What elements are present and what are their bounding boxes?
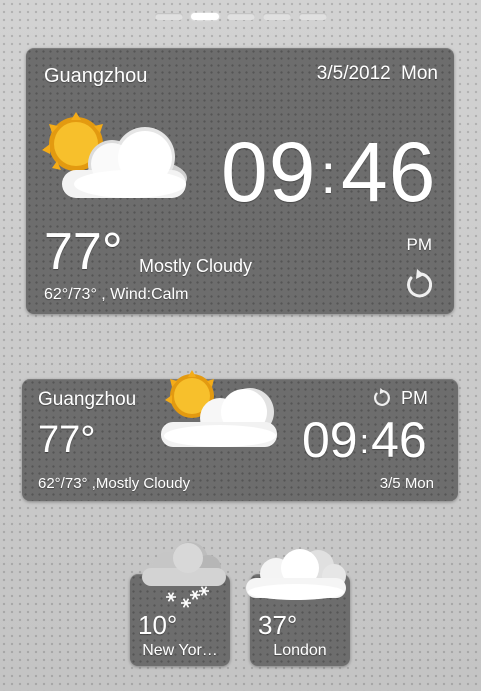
clock-time: 09:46 [221, 130, 436, 214]
refresh-icon[interactable] [402, 269, 434, 301]
refresh-icon[interactable] [371, 388, 391, 408]
temperature-range-condition: 62°/73° ,Mostly Cloudy [38, 475, 191, 492]
weekday-value: Mon [401, 63, 438, 84]
city-name: Guangzhou [44, 65, 148, 87]
cloud-shape [246, 549, 346, 600]
current-temperature: 77° [44, 223, 123, 281]
partly-cloudy-icon [161, 370, 277, 447]
clock-time: 09:46 [302, 415, 427, 465]
temperature-range-wind: 62°/73° , Wind:Calm [44, 286, 189, 303]
clock-colon: : [359, 423, 370, 461]
clock-colon: : [320, 142, 337, 205]
partly-cloudy-icon [42, 112, 187, 198]
current-temperature: 77° [38, 419, 96, 461]
page-indicator [0, 13, 481, 20]
cloudy-icon [246, 549, 346, 600]
page-dot-active[interactable] [190, 13, 219, 20]
weather-clock-widget-large[interactable]: Guangzhou 3/5/2012 Mon 09:46 PM 77° Most… [26, 48, 454, 314]
cloud-shape [142, 542, 226, 586]
ampm-label: PM [401, 388, 428, 408]
date-value: 3/5/2012 [316, 63, 391, 84]
clock-hours: 09 [302, 412, 358, 468]
snowflake-icon [166, 586, 209, 608]
page-dot[interactable] [154, 13, 183, 20]
date-label: 3/5 Mon [379, 475, 434, 492]
clock-minutes: 46 [371, 412, 427, 468]
date-label: 3/5/2012 Mon [317, 63, 438, 85]
ampm-label: PM [406, 235, 433, 254]
current-temperature: 37° [258, 610, 298, 640]
city-name: New Yor… [142, 642, 218, 659]
clock-hours: 09 [221, 125, 317, 219]
page-dot[interactable] [262, 13, 291, 20]
condition-text: Mostly Cloudy [139, 256, 253, 276]
clock-minutes: 46 [341, 125, 437, 219]
page-dot[interactable] [226, 13, 255, 20]
page-dot[interactable] [298, 13, 327, 20]
snow-cloud-icon [142, 542, 226, 608]
city-name: London [273, 642, 327, 659]
city-name: Guangzhou [38, 389, 137, 410]
